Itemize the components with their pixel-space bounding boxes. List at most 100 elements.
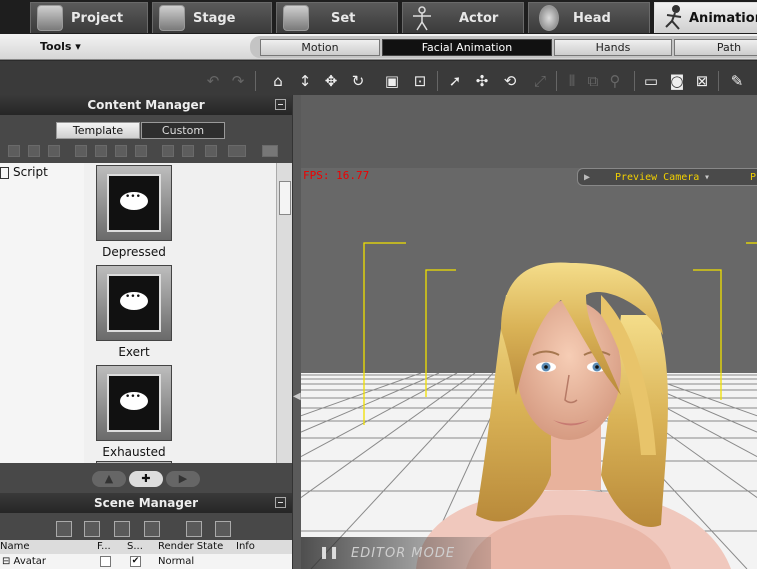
speech-script-icon [96,265,172,341]
align-icon[interactable]: ⫴ [562,71,582,91]
scene-search-icon[interactable] [114,521,130,537]
open-folder-icon[interactable] [48,145,60,157]
copy-icon[interactable] [95,145,107,157]
import-icon[interactable] [262,145,278,157]
tab-animation[interactable]: Animation [654,2,757,33]
toolbar-divider [718,71,719,91]
link-icon[interactable]: ⚲ [605,71,625,91]
scene-settings-icon[interactable] [215,521,231,537]
sub-tab-bar: Tools ▾ Motion Facial Animation Hands Pa… [0,34,757,60]
pause-icon[interactable]: ❚❚ [319,545,339,559]
col-name: Name [0,541,30,552]
gallery-item-exhausted[interactable]: Exhausted [96,365,172,459]
tab-project[interactable]: Project [30,2,148,33]
tab-head[interactable]: Head [528,2,650,33]
move-up-button[interactable]: ▲ [92,471,126,487]
scene-list-icon[interactable] [84,521,100,537]
tab-stage[interactable]: Stage [152,2,272,33]
tab-template[interactable]: Template [56,122,140,139]
scene-select-icon[interactable] [144,521,160,537]
gallery-item-label: Exhausted [102,445,166,459]
settings-icon[interactable] [182,145,194,157]
show-checkbox[interactable]: ✔ [130,556,141,567]
editor-mode-label: EDITOR MODE [351,546,456,561]
tab-custom[interactable]: Custom [141,122,225,139]
scene-table-header: Name F... S... Render State Info [0,540,292,554]
move-icon[interactable]: ✥ [321,71,341,91]
paste-icon[interactable] [115,145,127,157]
subtab-hands[interactable]: Hands [554,39,672,56]
fit-view-icon[interactable]: ⊠ [692,71,712,91]
speech-script-icon [96,461,172,463]
tab-actor[interactable]: Actor [402,2,524,33]
vertical-move-icon[interactable]: ↕ [295,71,315,91]
tools-menu[interactable]: Tools ▾ [40,40,81,53]
content-toolbar [0,143,292,161]
character-avatar[interactable] [301,95,757,569]
gallery-item-exert[interactable]: Exert [96,265,172,359]
content-manager-header: Content Manager [0,95,292,115]
new-folder-icon[interactable] [8,145,20,157]
undo-icon[interactable]: ↶ [203,71,223,91]
redo-icon[interactable]: ↷ [228,71,248,91]
set-icon [283,5,309,31]
minimize-icon[interactable] [275,99,286,110]
content-manager-title: Content Manager [87,98,205,112]
add-icon[interactable] [162,145,174,157]
animation-sub-tabs: Motion Facial Animation Hands Path [250,36,757,58]
toolbar-divider [255,71,256,91]
collapse-left-icon[interactable]: ◀ [293,391,301,402]
col-info: Info [236,541,255,552]
left-panel: Content Manager Template Custom Script D… [0,95,292,569]
col-f: F... [97,541,111,552]
folder-icon[interactable] [28,145,40,157]
scene-group-icon[interactable] [186,521,202,537]
toolbar-divider [437,71,438,91]
scene-manager-title: Scene Manager [93,496,199,510]
tree-node-script[interactable]: Script [0,165,48,179]
gallery-scrollbar[interactable] [276,163,292,463]
cut-icon[interactable] [75,145,87,157]
subtab-facial-animation[interactable]: Facial Animation [382,39,552,56]
main-tab-bar: Project Stage Set Actor Head Animation [0,0,757,34]
group-icon[interactable]: ⧉ [583,71,603,91]
move-down-button[interactable]: ▶ [166,471,200,487]
gallery-item-label: Depressed [102,245,166,259]
gallery-item-depressed[interactable]: Depressed [96,165,172,259]
camera-view-icon[interactable]: ◙ [667,71,687,91]
select-icon[interactable]: ➚ [445,71,465,91]
frame-selection-icon[interactable]: ⊡ [410,71,430,91]
scene-toolbar [0,517,292,541]
stage-icon [159,5,185,31]
content-tree: Script [0,163,84,463]
transform-icon[interactable]: ✣ [472,71,492,91]
delete-icon[interactable] [135,145,147,157]
rotate-icon[interactable]: ↻ [348,71,368,91]
scale-icon[interactable]: ▣ [382,71,402,91]
scrollbar-thumb[interactable] [279,181,291,215]
speech-script-icon [96,165,172,241]
tab-set[interactable]: Set [276,2,398,33]
head-icon [539,5,559,31]
subtab-motion[interactable]: Motion [260,39,380,56]
freeze-checkbox[interactable] [100,556,111,567]
view-mode-icon[interactable] [228,145,246,157]
brush-icon[interactable]: ✎ [727,71,747,91]
gallery-item-label: Exert [118,345,150,359]
speech-script-icon [96,365,172,441]
home-icon[interactable]: ⌂ [268,71,288,91]
minimize-icon[interactable] [275,497,286,508]
editor-mode-bar: ❚❚ EDITOR MODE [301,537,491,569]
table-row[interactable]: ⊟ Avatar ✔ Normal [0,554,292,569]
rotate-gizmo-icon[interactable]: ⟲ [500,71,520,91]
view-icon[interactable]: ▭ [641,71,661,91]
add-button[interactable]: ✚ [129,471,163,487]
subtab-path[interactable]: Path [674,39,757,56]
scene-add-icon[interactable] [56,521,72,537]
panel-splitter[interactable]: ◀ [292,95,301,569]
export-icon[interactable] [205,145,217,157]
gallery-item-partial[interactable] [96,461,172,463]
scale-gizmo-icon[interactable]: ⤢ [530,71,550,91]
animation-icon [661,5,687,31]
3d-viewport[interactable]: FPS: 16.77 ▶ Preview Camera ▾ P ❚❚ EDITO… [301,95,757,569]
